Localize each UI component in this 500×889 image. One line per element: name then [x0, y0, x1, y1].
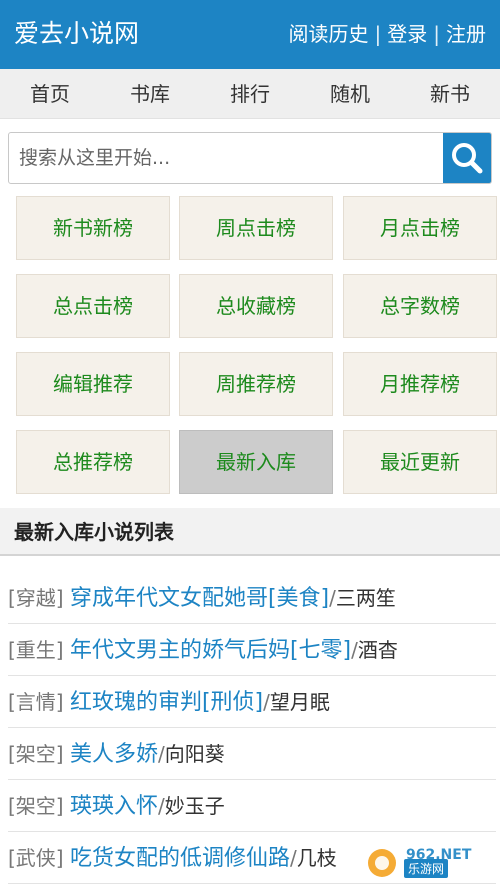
ranking-total-recommend[interactable]: 总推荐榜 [16, 430, 170, 494]
category-label: [穿越] [8, 586, 64, 610]
nav-item-random[interactable]: 随机 [300, 69, 400, 119]
watermark-text: 乐游网 [404, 859, 449, 878]
book-title-link[interactable]: 红玫瑰的审判[刑侦] [70, 690, 263, 715]
watermark-logo: 962.NET 乐游网 [364, 841, 496, 885]
reading-history-link[interactable]: 阅读历史 [289, 22, 369, 46]
slash-separator: / [289, 846, 297, 870]
ranking-monthly-clicks[interactable]: 月点击榜 [343, 196, 497, 260]
slash-separator: / [157, 794, 165, 818]
author-link[interactable]: 向阳葵 [165, 742, 225, 766]
search-input[interactable] [9, 133, 443, 183]
list-item: [穿越] 穿成年代文女配她哥[美食]/三两笙 [8, 572, 496, 624]
search-icon [452, 143, 483, 174]
book-title-link[interactable]: 年代文男主的娇气后妈[七零] [70, 638, 351, 663]
ranking-latest-added[interactable]: 最新入库 [179, 430, 333, 494]
nav-item-home[interactable]: 首页 [0, 69, 100, 119]
link-separator: | [374, 22, 382, 46]
ranking-weekly-clicks[interactable]: 周点击榜 [179, 196, 333, 260]
nav-item-library[interactable]: 书库 [100, 69, 200, 119]
ranking-total-favorites[interactable]: 总收藏榜 [179, 274, 333, 338]
category-label: [武侠] [8, 846, 64, 870]
list-item: [言情] 红玫瑰的审判[刑侦]/望月眠 [8, 676, 496, 728]
link-separator: | [433, 22, 440, 46]
nav-item-ranking[interactable]: 排行 [200, 69, 300, 119]
main-nav: 首页 书库 排行 随机 新书 [0, 69, 500, 119]
ranking-editor-picks[interactable]: 编辑推荐 [16, 352, 170, 416]
author-link[interactable]: 几枝 [297, 846, 337, 870]
book-title-link[interactable]: 穿成年代文女配她哥[美食] [70, 586, 329, 611]
ranking-total-clicks[interactable]: 总点击榜 [16, 274, 170, 338]
slash-separator: / [263, 690, 270, 714]
category-label: [架空] [8, 794, 64, 818]
list-item: [架空] 美人多娇/向阳葵 [8, 728, 496, 780]
list-item: [架空] 瑛瑛入怀/妙玉子 [8, 780, 496, 832]
ranking-total-words[interactable]: 总字数榜 [343, 274, 497, 338]
search-bar [8, 132, 492, 184]
list-item: [重生] 年代文男主的娇气后妈[七零]/酒杳 [8, 624, 496, 676]
site-title[interactable]: 爱去小说网 [14, 16, 139, 52]
search-button[interactable] [443, 133, 491, 183]
author-link[interactable]: 望月眠 [270, 690, 330, 714]
category-label: [架空] [8, 742, 64, 766]
category-label: [言情] [8, 690, 64, 714]
nav-item-new-books[interactable]: 新书 [400, 69, 500, 119]
author-link[interactable]: 酒杳 [358, 638, 398, 662]
user-links: 阅读历史 | 登录 | 注册 [289, 18, 487, 50]
slash-separator: / [329, 586, 336, 610]
register-link[interactable]: 注册 [446, 22, 486, 46]
ranking-new-books[interactable]: 新书新榜 [16, 196, 170, 260]
book-title-link[interactable]: 美人多娇 [70, 742, 158, 767]
book-title-link[interactable]: 瑛瑛入怀 [70, 794, 158, 819]
author-link[interactable]: 三两笙 [336, 586, 396, 610]
ranking-weekly-recommend[interactable]: 周推荐榜 [179, 352, 333, 416]
category-label: [重生] [8, 638, 64, 662]
ranking-grid: 新书新榜 周点击榜 月点击榜 总点击榜 总收藏榜 总字数榜 编辑推荐 周推荐榜 … [16, 196, 497, 496]
login-link[interactable]: 登录 [387, 22, 427, 46]
author-link[interactable]: 妙玉子 [165, 794, 225, 818]
ranking-monthly-recommend[interactable]: 月推荐榜 [343, 352, 497, 416]
slash-separator: / [157, 742, 165, 766]
top-header-bar: 爱去小说网 阅读历史 | 登录 | 注册 [0, 0, 500, 69]
ranking-recently-updated[interactable]: 最近更新 [343, 430, 497, 494]
section-header: 最新入库小说列表 [0, 508, 500, 556]
book-title-link[interactable]: 吃货女配的低调修仙路 [70, 846, 290, 871]
section-title: 最新入库小说列表 [14, 520, 174, 544]
slash-separator: / [351, 638, 358, 662]
